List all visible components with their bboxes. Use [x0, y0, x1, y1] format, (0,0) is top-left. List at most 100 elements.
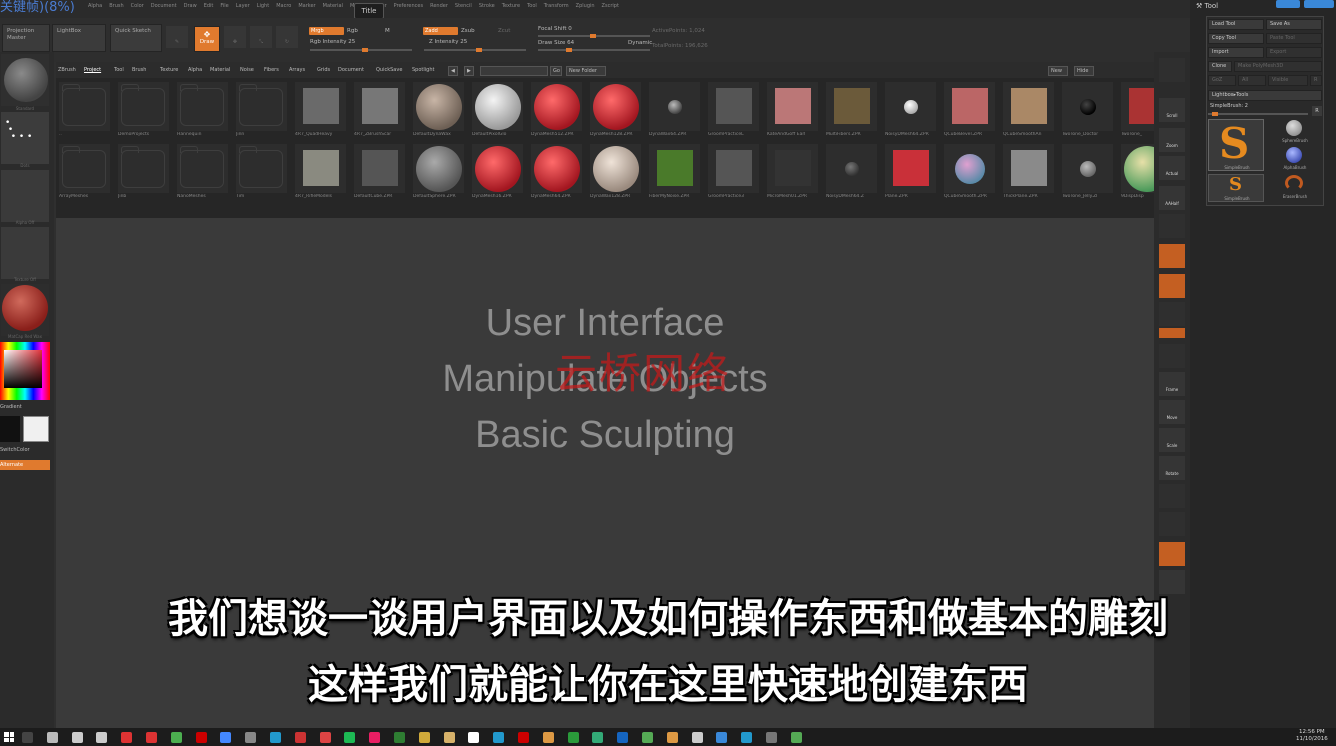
- xyz-button[interactable]: [1159, 302, 1185, 326]
- visible-button[interactable]: Visible: [1268, 75, 1308, 86]
- new-button[interactable]: New: [1048, 66, 1068, 76]
- lightbox-item[interactable]: KateAndGoff Earl: [767, 82, 818, 137]
- move-icon[interactable]: ✥: [224, 26, 246, 48]
- quick-sketch-button[interactable]: Quick Sketch: [110, 24, 162, 52]
- menu-item-material[interactable]: Material: [323, 3, 343, 9]
- menu-item-light[interactable]: Light: [257, 3, 269, 9]
- menu-item-render[interactable]: Render: [430, 3, 448, 9]
- menu-item-macro[interactable]: Macro: [276, 3, 291, 9]
- menu-item-marker[interactable]: Marker: [298, 3, 315, 9]
- palette-toggle-2[interactable]: [1304, 0, 1334, 8]
- title-tab[interactable]: Title: [354, 3, 384, 19]
- menu-item-document[interactable]: Document: [151, 3, 177, 9]
- menu-item-file[interactable]: File: [220, 3, 228, 9]
- gradient-label[interactable]: Gradient: [0, 404, 22, 410]
- scale-view-button[interactable]: Scale: [1159, 428, 1185, 452]
- taskbar-app-icon[interactable]: [493, 732, 505, 743]
- lightbox-tab-grids[interactable]: Grids: [317, 67, 330, 73]
- lightbox-tab-project[interactable]: Project: [84, 67, 101, 73]
- taskbar-app-icon[interactable]: [319, 732, 331, 743]
- new-folder-button[interactable]: New Folder: [566, 66, 606, 76]
- dynamic-toggle[interactable]: Dynamic: [628, 40, 652, 46]
- lightbox-item[interactable]: ArrayMeshes: [59, 144, 110, 199]
- tool-slider[interactable]: [1208, 112, 1308, 116]
- lightbox-tab-document[interactable]: Document: [338, 67, 364, 73]
- rgb-toggle[interactable]: Rgb: [347, 28, 358, 34]
- taskbar-app-icon[interactable]: [394, 732, 405, 743]
- taskbar-app-icon[interactable]: [518, 732, 529, 743]
- lightbox-item[interactable]: 4R7_QuadHeavy: [295, 82, 346, 137]
- lightbox-tab-fibers[interactable]: Fibers: [264, 67, 279, 73]
- floor-button[interactable]: [1159, 244, 1185, 268]
- menu-item-layer[interactable]: Layer: [236, 3, 250, 9]
- next-arrow-button[interactable]: ▶: [464, 66, 474, 76]
- tool-thumb-alphabrush[interactable]: AlphaBrush: [1270, 146, 1320, 172]
- taskbar-app-icon[interactable]: [741, 732, 753, 743]
- taskbar-app-icon[interactable]: [245, 732, 257, 743]
- lightbox-item[interactable]: 4R7_RifleModels: [295, 144, 346, 199]
- actual-button[interactable]: Actual: [1159, 156, 1185, 180]
- lightbox-item[interactable]: DynaMesh16.ZPR: [472, 144, 523, 199]
- taskbar-app-icon[interactable]: [443, 732, 455, 743]
- lightbox-tab-quicksave[interactable]: QuickSave: [376, 67, 402, 73]
- texture-thumb[interactable]: [1, 227, 49, 279]
- polyframe-button[interactable]: [1159, 484, 1185, 508]
- lightbox-item[interactable]: NoisyDMesh64.Z: [826, 144, 877, 199]
- taskbar-app-icon[interactable]: [567, 732, 579, 743]
- menu-item-edit[interactable]: Edit: [204, 3, 214, 9]
- lightbox-item[interactable]: DefaultCube.ZPR: [354, 144, 405, 199]
- taskbar-app-icon[interactable]: [294, 732, 306, 743]
- tool-palette-title[interactable]: ⚒ Tool: [1196, 2, 1218, 10]
- lightbox-item[interactable]: Plane.ZPR: [885, 144, 936, 199]
- dynamic-persp-button[interactable]: [1159, 214, 1185, 238]
- taskbar-app-icon[interactable]: [344, 732, 356, 743]
- lightbox-tab-brush[interactable]: Brush: [132, 67, 146, 73]
- tool-slider-r-button[interactable]: R: [1312, 106, 1322, 116]
- lightbox-item[interactable]: DynaMesh64.ZPR: [531, 144, 582, 199]
- paste-tool-button[interactable]: Paste Tool: [1266, 33, 1322, 44]
- transp-button[interactable]: [1159, 344, 1185, 368]
- start-icon[interactable]: [4, 732, 14, 742]
- lightbox-item[interactable]: ThickPlane.ZPR: [1003, 144, 1054, 199]
- goz-button[interactable]: GoZ: [1208, 75, 1236, 86]
- menu-item-stencil[interactable]: Stencil: [455, 3, 472, 9]
- lightbox-tab-spotlight[interactable]: Spotlight: [412, 67, 434, 73]
- frame-button[interactable]: Frame: [1159, 372, 1185, 396]
- mrgb-toggle[interactable]: Mrgb: [309, 27, 344, 35]
- taskbar-app-icon[interactable]: [716, 732, 728, 743]
- menu-item-brush[interactable]: Brush: [109, 3, 123, 9]
- lightbox-item[interactable]: TwoTone_Jelly.ZI: [1062, 144, 1113, 199]
- lightbox-tab-alpha[interactable]: Alpha: [188, 67, 202, 73]
- save-as-button[interactable]: Save As: [1266, 19, 1322, 30]
- rgb-intensity-slider[interactable]: [310, 48, 412, 52]
- lightbox-path-input[interactable]: [480, 66, 548, 76]
- lightbox-tab-material[interactable]: Material: [210, 67, 230, 73]
- taskbar-app-icon[interactable]: [220, 732, 232, 743]
- alternate-button[interactable]: Alternate: [0, 460, 50, 470]
- lightbox-item[interactable]: QCubeSmoothAn: [1003, 82, 1054, 137]
- solo-button[interactable]: [1159, 542, 1185, 566]
- taskbar-app-icon[interactable]: [71, 732, 83, 743]
- clone-button[interactable]: Clone: [1208, 61, 1232, 72]
- lightbox-item[interactable]: NanoMeshes: [177, 144, 228, 199]
- local-button[interactable]: [1159, 274, 1185, 298]
- rotate-view-button[interactable]: Rotate: [1159, 456, 1185, 480]
- taskbar-app-icon[interactable]: [592, 732, 604, 743]
- scroll-button[interactable]: Scroll: [1159, 98, 1185, 122]
- palette-toggle[interactable]: [1276, 0, 1300, 8]
- lightbox-item[interactable]: FiberMyNoise.ZPR: [649, 144, 700, 199]
- taskbar-app-icon[interactable]: [96, 732, 108, 743]
- menu-item-alpha[interactable]: Alpha: [88, 3, 102, 9]
- lightbox-item[interactable]: ..: [59, 82, 110, 137]
- taskbar-app-icon[interactable]: [369, 732, 381, 743]
- move-view-button[interactable]: Move: [1159, 400, 1185, 424]
- menu-item-tool[interactable]: Tool: [527, 3, 537, 9]
- m-toggle[interactable]: M: [385, 28, 390, 34]
- menu-item-color[interactable]: Color: [131, 3, 144, 9]
- taskbar-app-icon[interactable]: [46, 732, 58, 743]
- lightbox-tab-tool[interactable]: Tool: [114, 67, 124, 73]
- bpr-button[interactable]: [1159, 58, 1185, 82]
- draw-size-slider[interactable]: [538, 48, 650, 52]
- taskbar-app-icon[interactable]: [418, 732, 430, 743]
- lightbox-item[interactable]: Jinb: [118, 144, 169, 199]
